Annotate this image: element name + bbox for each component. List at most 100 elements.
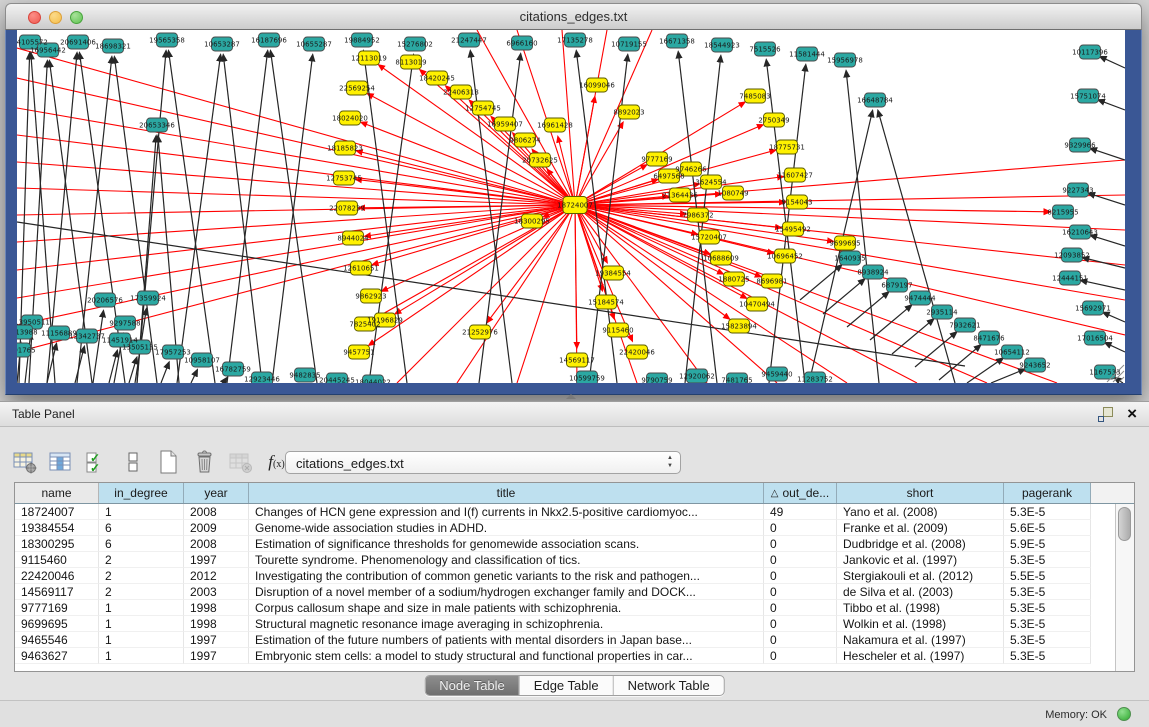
table-row[interactable]: 946554611997Estimation of the future num…	[15, 632, 1134, 648]
table-row[interactable]: 2242004622012Investigating the contribut…	[15, 568, 1134, 584]
table-cell[interactable]: 5.3E-5	[1004, 584, 1091, 600]
table-cell[interactable]: 1997	[184, 648, 249, 664]
table-cell[interactable]: 9777169	[15, 600, 99, 616]
citation-edge-black[interactable]	[1100, 57, 1125, 68]
table-cell[interactable]: 2	[99, 584, 184, 600]
table-cell[interactable]: 9463627	[15, 648, 99, 664]
column-header-name[interactable]: name	[15, 483, 99, 503]
table-cell[interactable]: 5.3E-5	[1004, 632, 1091, 648]
table-cell[interactable]: 5.3E-5	[1004, 648, 1091, 664]
tab-node-table[interactable]: Node Table	[425, 676, 520, 695]
table-selector-dropdown[interactable]: citations_edges.txt ▲▼	[285, 451, 681, 474]
column-header-year[interactable]: year	[184, 483, 249, 503]
column-header-out_de[interactable]: △out_de...	[764, 483, 837, 503]
citation-edge-black[interactable]	[967, 358, 1003, 383]
table-cell[interactable]: 2	[99, 552, 184, 568]
citation-edge-black[interactable]	[800, 265, 842, 300]
table-cell[interactable]: 5.6E-5	[1004, 520, 1091, 536]
table-cell[interactable]: 2003	[184, 584, 249, 600]
table-cell[interactable]: 1998	[184, 616, 249, 632]
select-all-columns-button[interactable]: ✓ ✓	[82, 448, 111, 477]
table-cell[interactable]: 1998	[184, 600, 249, 616]
table-row[interactable]: 1830029562008Estimation of significance …	[15, 536, 1134, 552]
table-cell[interactable]: 9465546	[15, 632, 99, 648]
table-cell[interactable]: Tourette syndrome. Phenomenology and cla…	[249, 552, 764, 568]
table-settings-button[interactable]	[10, 448, 39, 477]
table-cell[interactable]: Corpus callosum shape and size in male p…	[249, 600, 764, 616]
table-cell[interactable]: 5.3E-5	[1004, 552, 1091, 568]
table-cell[interactable]: 0	[764, 552, 837, 568]
tab-network-table[interactable]: Network Table	[614, 676, 724, 695]
citation-edge-black[interactable]	[1098, 100, 1125, 110]
tab-edge-table[interactable]: Edge Table	[520, 676, 614, 695]
table-cell[interactable]: Wolkin et al. (1998)	[837, 616, 1004, 632]
table-cell[interactable]: 0	[764, 568, 837, 584]
table-cell[interactable]: 1	[99, 600, 184, 616]
show-column-button[interactable]	[46, 448, 75, 477]
row-height-button[interactable]	[118, 448, 147, 477]
scrollbar-thumb[interactable]	[1118, 507, 1131, 541]
split-pane-handle[interactable]	[566, 394, 576, 399]
table-cell[interactable]: Embryonic stem cells: a model to study s…	[249, 648, 764, 664]
table-cell[interactable]: 0	[764, 648, 837, 664]
delete-network-table-button[interactable]	[226, 448, 255, 477]
table-cell[interactable]: 2008	[184, 536, 249, 552]
window-title-bar[interactable]: citations_edges.txt	[5, 3, 1142, 30]
table-cell[interactable]: 2009	[184, 520, 249, 536]
table-cell[interactable]: 1	[99, 632, 184, 648]
table-cell[interactable]: 0	[764, 632, 837, 648]
table-cell[interactable]: 22420046	[15, 568, 99, 584]
citation-edge-black[interactable]	[93, 311, 103, 383]
table-cell[interactable]: Hescheler et al. (1997)	[837, 648, 1004, 664]
table-cell[interactable]: Estimation of significance thresholds fo…	[249, 536, 764, 552]
table-cell[interactable]: Structural magnetic resonance image aver…	[249, 616, 764, 632]
table-cell[interactable]: 0	[764, 600, 837, 616]
column-header-title[interactable]: title	[249, 483, 764, 503]
column-header-pagerank[interactable]: pagerank	[1004, 483, 1091, 503]
table-cell[interactable]: Yano et al. (2008)	[837, 504, 1004, 520]
table-cell[interactable]: 5.3E-5	[1004, 600, 1091, 616]
table-cell[interactable]: Franke et al. (2009)	[837, 520, 1004, 536]
table-row[interactable]: 911546021997Tourette syndrome. Phenomeno…	[15, 552, 1134, 568]
citation-edge-black[interactable]	[161, 362, 169, 383]
citation-edge-black[interactable]	[223, 55, 262, 383]
table-cell[interactable]: 1997	[184, 552, 249, 568]
table-cell[interactable]: 1	[99, 616, 184, 632]
table-cell[interactable]: Estimation of the future numbers of pati…	[249, 632, 764, 648]
network-canvas[interactable]: 1872400712113019225692541802402018185823…	[17, 30, 1125, 383]
citation-edge-black[interactable]	[991, 369, 1025, 383]
citation-edge-black[interactable]	[191, 370, 197, 383]
citation-edge-black[interactable]	[1114, 378, 1123, 383]
table-cell[interactable]: 0	[764, 584, 837, 600]
table-cell[interactable]: 6	[99, 536, 184, 552]
table-cell[interactable]: 19384554	[15, 520, 99, 536]
citation-edge-black[interactable]	[870, 305, 912, 340]
table-cell[interactable]: 49	[764, 504, 837, 520]
table-row[interactable]: 946362711997Embryonic stem cells: a mode…	[15, 648, 1134, 664]
table-cell[interactable]: 1	[99, 504, 184, 520]
table-row[interactable]: 969969511998Structural magnetic resonanc…	[15, 616, 1134, 632]
delete-table-button[interactable]	[190, 448, 219, 477]
table-cell[interactable]: 0	[764, 616, 837, 632]
table-cell[interactable]: 2008	[184, 504, 249, 520]
table-cell[interactable]: 9115460	[15, 552, 99, 568]
citation-edge-black[interactable]	[109, 351, 117, 383]
citation-edge-black[interactable]	[227, 51, 268, 383]
citation-edge-black[interactable]	[1103, 312, 1125, 322]
table-cell[interactable]: 6	[99, 520, 184, 536]
table-cell[interactable]: 1997	[184, 632, 249, 648]
citation-edge-black[interactable]	[1105, 343, 1125, 352]
float-panel-icon[interactable]	[1098, 407, 1113, 422]
table-row[interactable]: 1456911722003Disruption of a novel membe…	[15, 584, 1134, 600]
table-cell[interactable]: 18300295	[15, 536, 99, 552]
table-cell[interactable]: 2012	[184, 568, 249, 584]
table-cell[interactable]: 2	[99, 568, 184, 584]
table-cell[interactable]: 9699695	[15, 616, 99, 632]
table-cell[interactable]: Nakamura et al. (1997)	[837, 632, 1004, 648]
citation-edge-black[interactable]	[271, 51, 317, 383]
table-row[interactable]: 1872400712008Changes of HCN gene express…	[15, 504, 1134, 520]
table-cell[interactable]: Tibbo et al. (1998)	[837, 600, 1004, 616]
table-cell[interactable]: 0	[764, 536, 837, 552]
citation-edge-black[interactable]	[847, 292, 889, 327]
table-cell[interactable]: 0	[764, 520, 837, 536]
